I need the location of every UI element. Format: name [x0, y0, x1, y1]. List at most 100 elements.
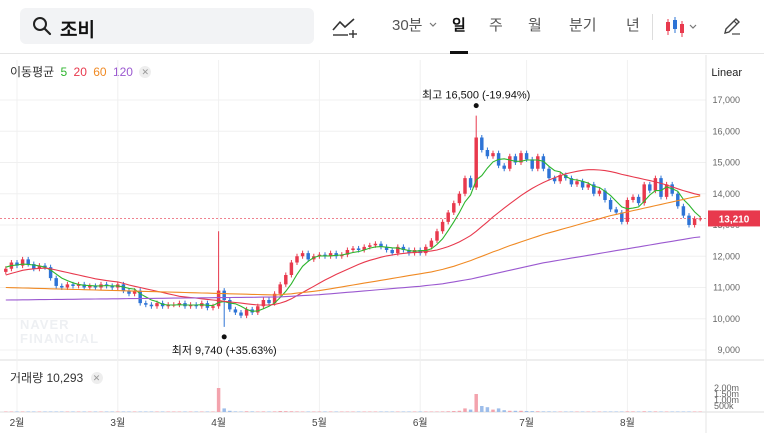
y-tick-label: 12,000 — [712, 251, 740, 261]
candle — [110, 283, 114, 290]
candle — [93, 283, 98, 290]
candle — [32, 261, 36, 272]
candle-body — [54, 278, 58, 286]
candle-body — [60, 285, 64, 288]
volume-bar — [670, 411, 674, 412]
volume-bar — [496, 408, 501, 412]
candle — [295, 253, 299, 265]
candle — [547, 166, 551, 181]
volume-bar — [155, 411, 159, 412]
volume-bar — [384, 411, 389, 412]
volume-bar — [295, 411, 299, 412]
candle — [82, 281, 86, 290]
volume-bar — [345, 411, 350, 412]
volume-bar — [82, 411, 86, 412]
volume-bar — [429, 411, 434, 412]
volume-bar — [76, 411, 81, 412]
volume-bar — [32, 411, 36, 412]
candle — [620, 210, 624, 225]
volume-bar — [692, 411, 697, 412]
volume-bar — [547, 411, 551, 412]
candle-body — [659, 178, 663, 197]
volume-bar — [435, 411, 439, 412]
high-marker — [473, 103, 479, 109]
volume-bar — [676, 411, 680, 412]
candle — [636, 194, 641, 206]
y-tick-label: 9,000 — [717, 345, 740, 355]
candle — [149, 302, 154, 309]
volume-bar — [323, 411, 327, 412]
volume-bar — [552, 411, 557, 412]
volume-bar — [620, 411, 624, 412]
candle-body — [614, 209, 618, 213]
low-label: 최저 9,740 (+35.63%) — [172, 344, 277, 357]
volume-bar — [37, 411, 42, 412]
candle — [345, 247, 350, 258]
volume-bar — [9, 411, 14, 412]
volume-bar — [564, 411, 568, 412]
volume-bar — [558, 411, 562, 412]
volume-bar — [524, 411, 529, 412]
volume-bar — [648, 411, 652, 412]
candle — [435, 228, 439, 244]
volume-bar — [575, 411, 579, 412]
volume-bar — [54, 411, 58, 412]
candle-body — [648, 184, 652, 191]
candle — [20, 256, 25, 269]
volume-bar — [418, 411, 422, 412]
candle — [127, 288, 131, 297]
candle-body — [636, 196, 641, 204]
candle-body — [373, 243, 378, 246]
candle-body — [440, 221, 445, 232]
candle-body — [429, 240, 434, 247]
volume-bar — [20, 411, 25, 412]
volume-bar — [407, 411, 411, 412]
candle — [228, 297, 232, 312]
volume-bar — [603, 411, 607, 412]
volume-bar — [284, 411, 288, 412]
candle-body — [26, 259, 30, 265]
high-label: 최고 16,500 (-19.94%) — [422, 89, 530, 102]
candle-body — [222, 290, 226, 300]
volume-bar — [502, 410, 506, 412]
volume-bar — [424, 411, 428, 412]
volume-bar — [519, 410, 523, 412]
candle — [144, 300, 148, 308]
candle-body — [491, 153, 495, 157]
volume-bar — [228, 410, 232, 412]
candle — [608, 197, 613, 212]
candle-body — [463, 178, 467, 194]
candle — [659, 175, 663, 200]
volume-bar — [580, 411, 585, 412]
candle-body — [239, 312, 243, 316]
candle-body — [485, 150, 490, 157]
candle — [513, 153, 518, 165]
price-chart[interactable]: NAVER FINANCIAL 최고 16,500 (-19.94%) 최저 9,… — [0, 0, 764, 433]
candle-body — [149, 304, 154, 307]
x-tick-label: 4월 — [211, 417, 226, 429]
volume-bar — [681, 411, 686, 412]
x-tick-label: 2월 — [10, 417, 25, 429]
volume-bar — [256, 411, 260, 412]
candle-body — [631, 196, 635, 200]
volume-bar — [536, 411, 540, 412]
volume-bar — [631, 411, 635, 412]
volume-bar — [144, 411, 148, 412]
volume-bar — [362, 411, 366, 412]
volume-bar — [211, 411, 215, 412]
volume-bar — [250, 411, 254, 412]
volume-bar — [491, 409, 495, 412]
candle-body — [452, 203, 456, 213]
volume-bar — [642, 411, 646, 412]
volume-bar — [463, 408, 467, 412]
volume-bar — [597, 411, 602, 412]
candle — [536, 153, 540, 172]
volume-bar — [306, 411, 310, 412]
candle-body — [65, 284, 70, 288]
candle-body — [608, 200, 613, 210]
volume-bar — [278, 411, 282, 412]
watermark-financial: FINANCIAL — [20, 331, 99, 346]
volume-bar — [468, 409, 473, 412]
candle-body — [653, 178, 658, 191]
candle — [239, 310, 243, 319]
